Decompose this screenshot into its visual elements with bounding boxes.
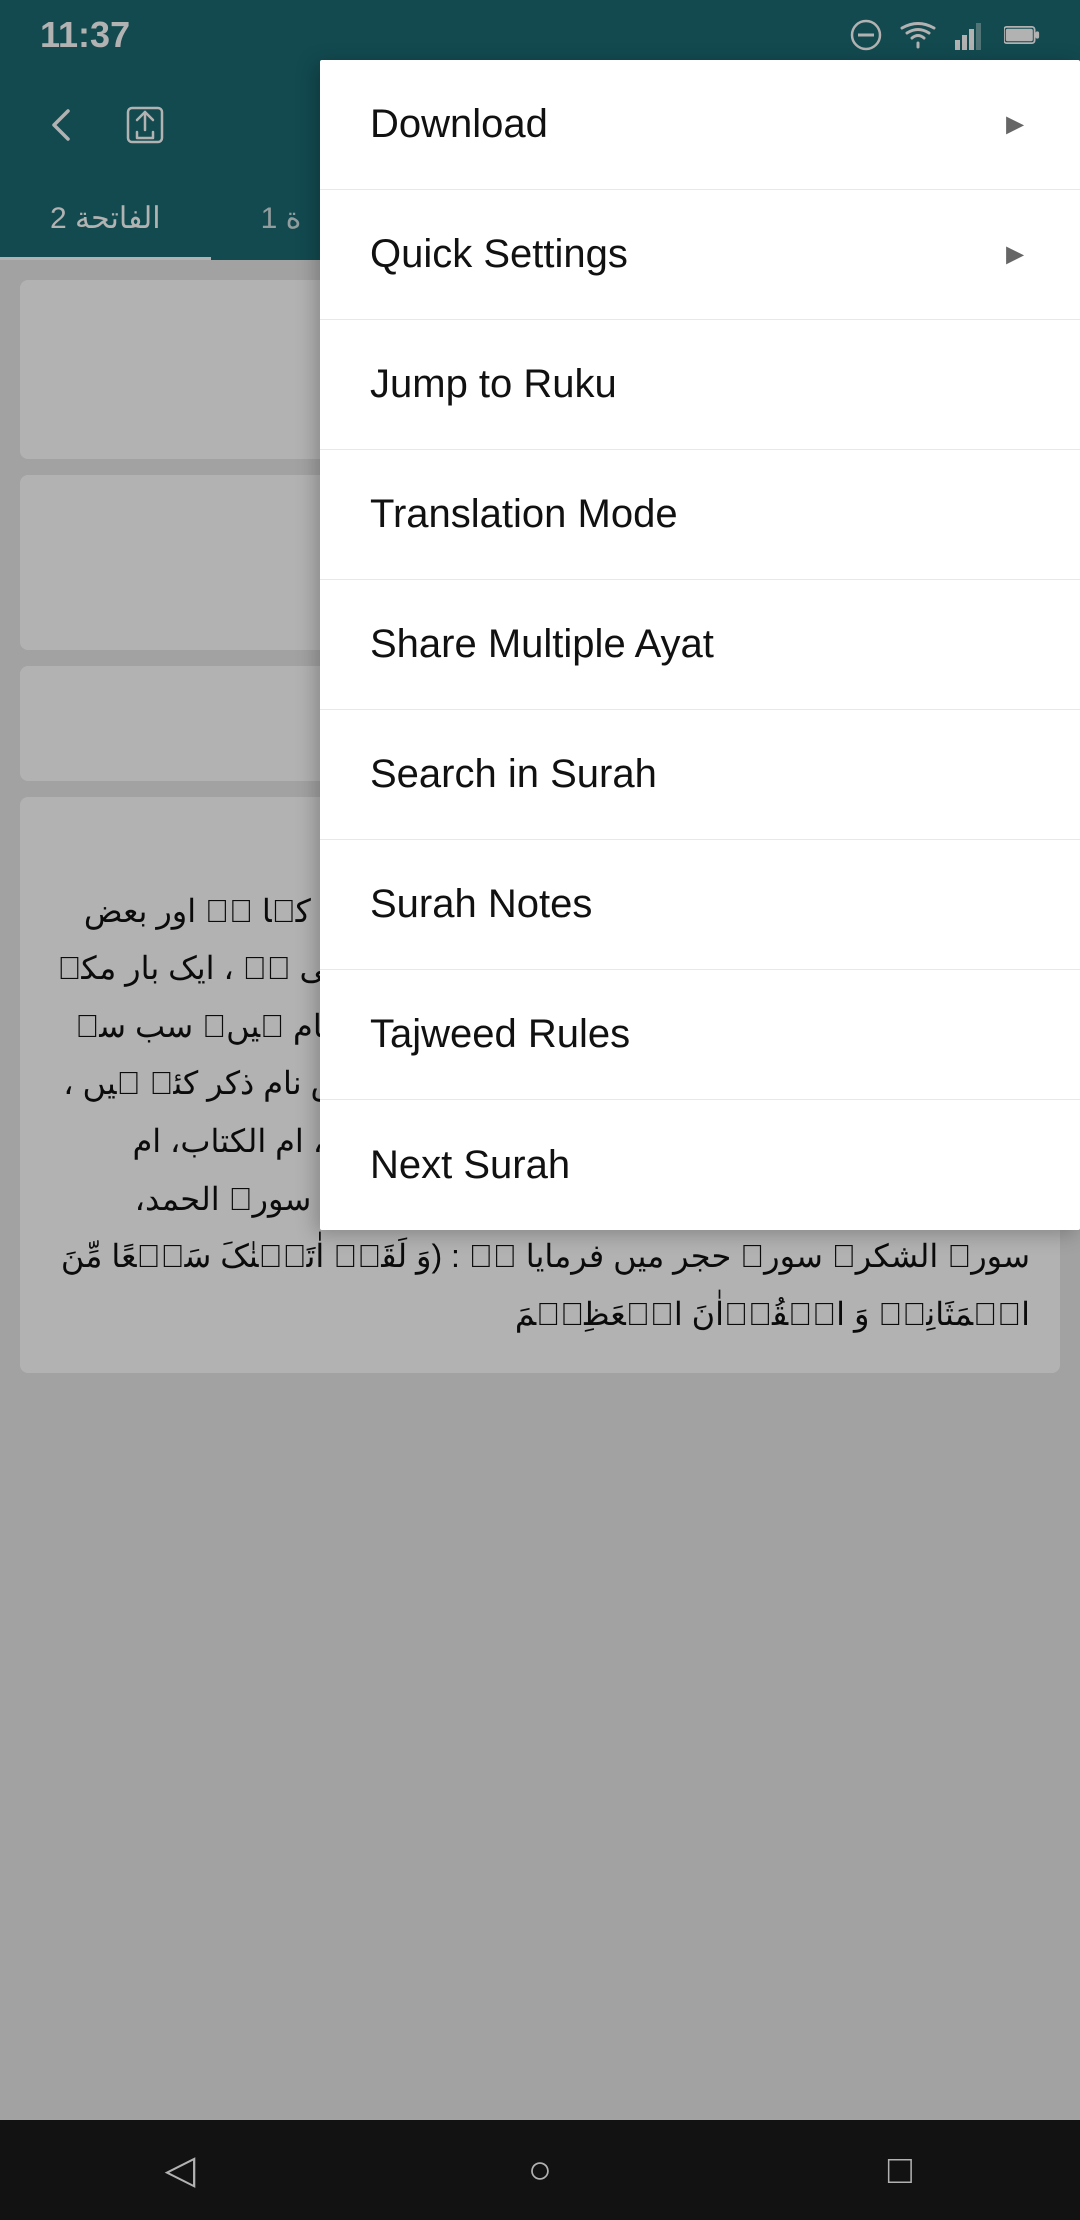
menu-item-label: Download	[370, 102, 548, 147]
menu-item-label: Search in Surah	[370, 752, 657, 797]
chevron-right-icon: ►	[1000, 108, 1030, 142]
menu-item-label: Translation Mode	[370, 492, 678, 537]
menu-item-next-surah[interactable]: Next Surah	[320, 1100, 1080, 1230]
menu-item-label: Tajweed Rules	[370, 1012, 630, 1057]
chevron-right-icon: ►	[1000, 238, 1030, 272]
menu-item-label: Surah Notes	[370, 882, 592, 927]
menu-item-translation-mode[interactable]: Translation Mode	[320, 450, 1080, 580]
menu-item-jump-to-ruku[interactable]: Jump to Ruku	[320, 320, 1080, 450]
menu-item-label: Jump to Ruku	[370, 362, 617, 407]
menu-item-label: Quick Settings	[370, 232, 628, 277]
menu-item-share-multiple-ayat[interactable]: Share Multiple Ayat	[320, 580, 1080, 710]
menu-item-tajweed-rules[interactable]: Tajweed Rules	[320, 970, 1080, 1100]
menu-item-download[interactable]: Download ►	[320, 60, 1080, 190]
menu-item-quick-settings[interactable]: Quick Settings ►	[320, 190, 1080, 320]
menu-item-search-in-surah[interactable]: Search in Surah	[320, 710, 1080, 840]
dropdown-menu: Download ► Quick Settings ► Jump to Ruku Tran…	[320, 60, 1080, 1230]
menu-item-label: Next Surah	[370, 1143, 570, 1188]
menu-item-label: Share Multiple Ayat	[370, 622, 714, 667]
menu-item-surah-notes[interactable]: Surah Notes	[320, 840, 1080, 970]
